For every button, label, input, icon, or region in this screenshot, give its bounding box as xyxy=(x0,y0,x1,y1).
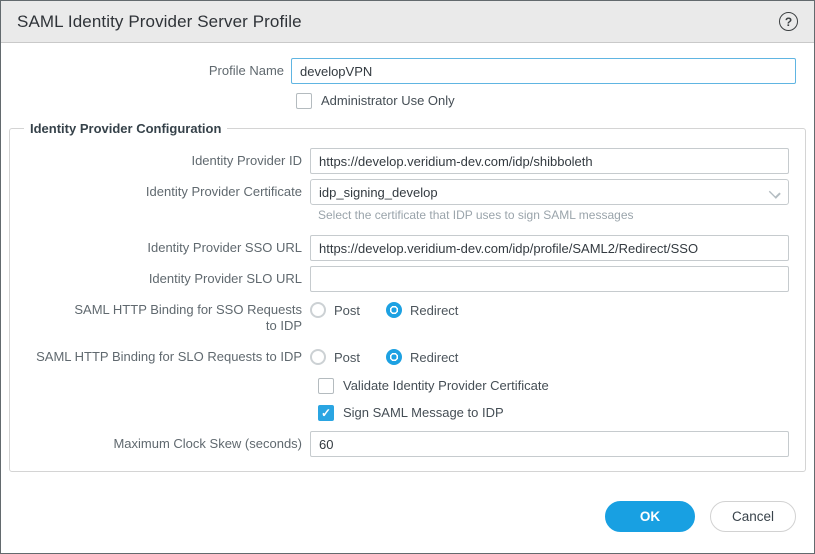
idp-id-row: Identity Provider ID xyxy=(10,148,789,174)
slo-binding-options: Post Redirect xyxy=(310,349,484,365)
dialog-header: SAML Identity Provider Server Profile ? xyxy=(1,1,814,43)
idp-certificate-label: Identity Provider Certificate xyxy=(10,184,310,200)
sso-binding-post-label: Post xyxy=(334,303,360,318)
admin-only-label: Administrator Use Only xyxy=(321,93,455,109)
chevron-down-icon xyxy=(769,188,778,197)
sso-url-input[interactable] xyxy=(310,235,789,261)
sso-binding-post-radio[interactable] xyxy=(310,302,326,318)
clock-skew-label: Maximum Clock Skew (seconds) xyxy=(10,436,310,452)
idp-id-input[interactable] xyxy=(310,148,789,174)
validate-cert-row: Validate Identity Provider Certificate xyxy=(318,378,789,394)
sso-binding-label: SAML HTTP Binding for SSO Requests to ID… xyxy=(10,302,310,334)
slo-url-input[interactable] xyxy=(310,266,789,292)
validate-cert-checkbox[interactable] xyxy=(318,378,334,394)
idp-configuration-group: Identity Provider Configuration Identity… xyxy=(9,121,806,472)
idp-id-label: Identity Provider ID xyxy=(10,153,310,169)
profile-name-row: Profile Name xyxy=(1,58,814,84)
clock-skew-row: Maximum Clock Skew (seconds) xyxy=(10,431,789,457)
slo-binding-label: SAML HTTP Binding for SLO Requests to ID… xyxy=(10,349,310,365)
sign-saml-checkbox[interactable]: ✓ xyxy=(318,405,334,421)
help-icon[interactable]: ? xyxy=(779,12,798,31)
sso-binding-redirect-label: Redirect xyxy=(410,303,458,318)
slo-binding-row: SAML HTTP Binding for SLO Requests to ID… xyxy=(10,349,789,365)
profile-name-input[interactable] xyxy=(291,58,796,84)
slo-binding-post-label: Post xyxy=(334,350,360,365)
dialog-body: Profile Name Administrator Use Only Iden… xyxy=(1,43,814,472)
slo-binding-redirect-label: Redirect xyxy=(410,350,458,365)
sign-saml-row: ✓ Sign SAML Message to IDP xyxy=(318,405,789,421)
dialog-title: SAML Identity Provider Server Profile xyxy=(17,12,302,32)
idp-certificate-row: Identity Provider Certificate idp_signin… xyxy=(10,179,789,205)
sso-binding-row: SAML HTTP Binding for SSO Requests to ID… xyxy=(10,302,789,334)
admin-only-row: Administrator Use Only xyxy=(296,93,814,109)
slo-url-row: Identity Provider SLO URL xyxy=(10,266,789,292)
sso-binding-redirect-radio[interactable] xyxy=(386,302,402,318)
sign-saml-label: Sign SAML Message to IDP xyxy=(343,405,504,421)
idp-configuration-legend: Identity Provider Configuration xyxy=(24,121,227,136)
sso-binding-options: Post Redirect xyxy=(310,302,484,318)
saml-idp-profile-dialog: SAML Identity Provider Server Profile ? … xyxy=(0,0,815,554)
slo-url-label: Identity Provider SLO URL xyxy=(10,271,310,287)
slo-binding-post-radio[interactable] xyxy=(310,349,326,365)
dialog-footer: OK Cancel xyxy=(605,501,796,532)
admin-only-checkbox[interactable] xyxy=(296,93,312,109)
idp-certificate-select[interactable]: idp_signing_develop xyxy=(310,179,789,205)
sso-url-row: Identity Provider SSO URL xyxy=(10,235,789,261)
cancel-button[interactable]: Cancel xyxy=(710,501,796,532)
idp-certificate-hint: Select the certificate that IDP uses to … xyxy=(318,208,789,222)
slo-binding-redirect-radio[interactable] xyxy=(386,349,402,365)
validate-cert-label: Validate Identity Provider Certificate xyxy=(343,378,549,394)
profile-name-label: Profile Name xyxy=(1,63,291,79)
clock-skew-input[interactable] xyxy=(310,431,789,457)
idp-certificate-value: idp_signing_develop xyxy=(319,185,438,200)
sso-url-label: Identity Provider SSO URL xyxy=(10,240,310,256)
ok-button[interactable]: OK xyxy=(605,501,695,532)
